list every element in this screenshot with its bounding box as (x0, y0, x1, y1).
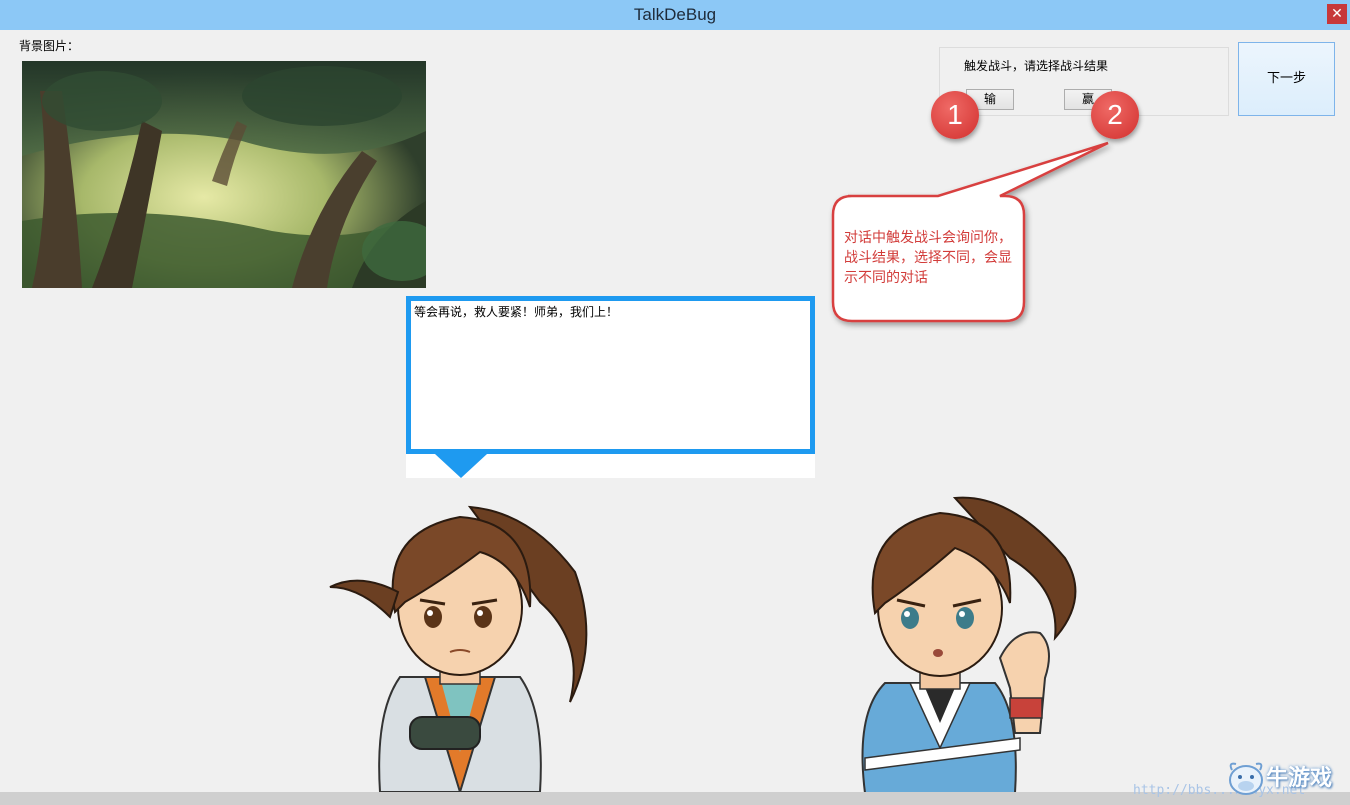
dialog-tail-icon (435, 454, 487, 478)
background-image-label: 背景图片： (19, 39, 80, 53)
next-step-button[interactable]: 下一步 (1238, 42, 1335, 116)
close-button[interactable]: ✕ (1327, 4, 1347, 24)
annotation-badge-2: 2 (1091, 91, 1139, 139)
swordsman-character-icon (329, 505, 588, 792)
battle-prompt: 触发战斗，请选择战斗结果 (964, 59, 1109, 73)
title-bar: TalkDeBug ✕ (0, 0, 1350, 30)
forest-scene-icon (22, 61, 426, 288)
dialog-text: 等会再说，救人要紧！师弟，我们上！ (414, 305, 619, 319)
window-title: TalkDeBug (633, 5, 717, 24)
background-image (22, 61, 426, 288)
close-icon: ✕ (1331, 6, 1343, 22)
annotation-badge-1: 1 (931, 91, 979, 139)
watermark-logo-text: 牛游戏 (1266, 766, 1333, 791)
battle-result-group: 触发战斗，请选择战斗结果 输 赢 (939, 47, 1229, 116)
callout-text: 对话中触发战斗会询问你，战斗结果，选择不同，会显示不同的对话 (844, 230, 1012, 286)
watermark-cow-logo-icon (1229, 762, 1263, 795)
dialog-box: 等会再说，救人要紧！师弟，我们上！ (406, 296, 815, 454)
young-fighter-character-icon (861, 496, 1077, 793)
